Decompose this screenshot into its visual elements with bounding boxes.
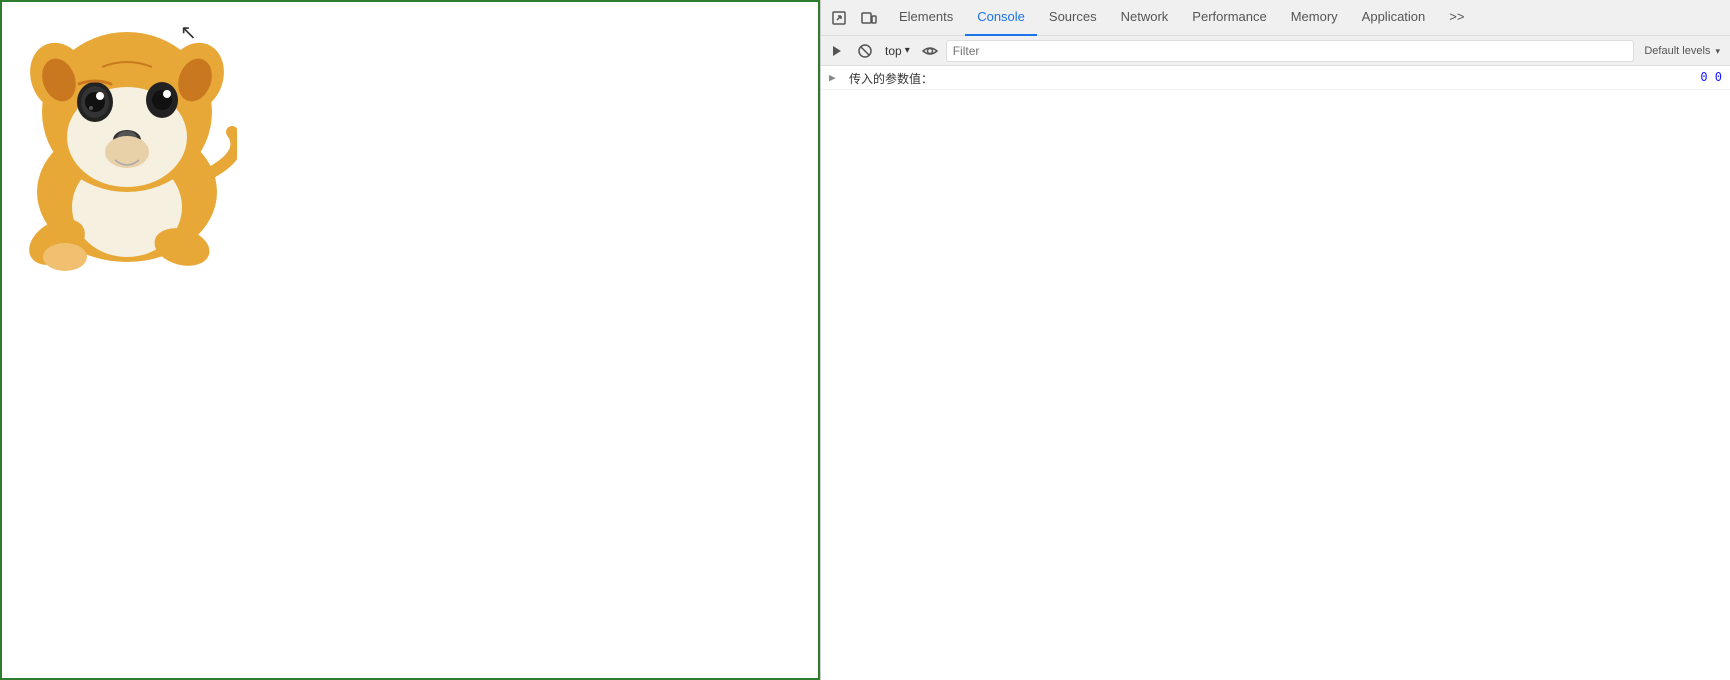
console-output-area: ▶ 传入的参数值： 0 0 <box>821 66 1730 680</box>
devtools-panel: Elements Console Sources Network Perform… <box>820 0 1730 680</box>
run-script-button[interactable] <box>825 39 849 63</box>
doge-image <box>17 12 237 272</box>
tab-network[interactable]: Network <box>1109 0 1181 36</box>
default-levels-button[interactable]: Default levels ▾ <box>1638 45 1726 57</box>
dropdown-arrow-icon: ▾ <box>905 45 910 56</box>
inspect-element-button[interactable] <box>825 4 853 32</box>
console-log-text: 传入的参数值： <box>849 70 1696 87</box>
tab-performance[interactable]: Performance <box>1180 0 1278 36</box>
devtools-tabs: Elements Console Sources Network Perform… <box>887 0 1726 36</box>
device-toggle-button[interactable] <box>855 4 883 32</box>
live-expressions-button[interactable] <box>918 39 942 63</box>
devtools-left-icons <box>825 4 887 32</box>
tab-more[interactable]: >> <box>1437 0 1476 36</box>
devtools-tab-bar: Elements Console Sources Network Perform… <box>821 0 1730 36</box>
tab-elements[interactable]: Elements <box>887 0 965 36</box>
default-levels-label: Default levels <box>1644 45 1710 57</box>
tab-application[interactable]: Application <box>1350 0 1438 36</box>
default-levels-arrow-icon: ▾ <box>1715 46 1720 56</box>
webpage-panel: ↖ <box>0 0 820 680</box>
tab-memory[interactable]: Memory <box>1279 0 1350 36</box>
context-selector[interactable]: top ▾ <box>881 42 914 60</box>
expand-arrow-icon[interactable]: ▶ <box>829 71 836 84</box>
context-label: top <box>885 44 902 58</box>
console-log-numbers: 0 0 <box>1700 70 1722 84</box>
console-toolbar: top ▾ Default levels ▾ <box>821 36 1730 66</box>
console-log-entry: ▶ 传入的参数值： 0 0 <box>821 68 1730 90</box>
clear-console-button[interactable] <box>853 39 877 63</box>
tab-console[interactable]: Console <box>965 0 1037 36</box>
console-filter-input[interactable] <box>946 40 1635 62</box>
tab-sources[interactable]: Sources <box>1037 0 1109 36</box>
